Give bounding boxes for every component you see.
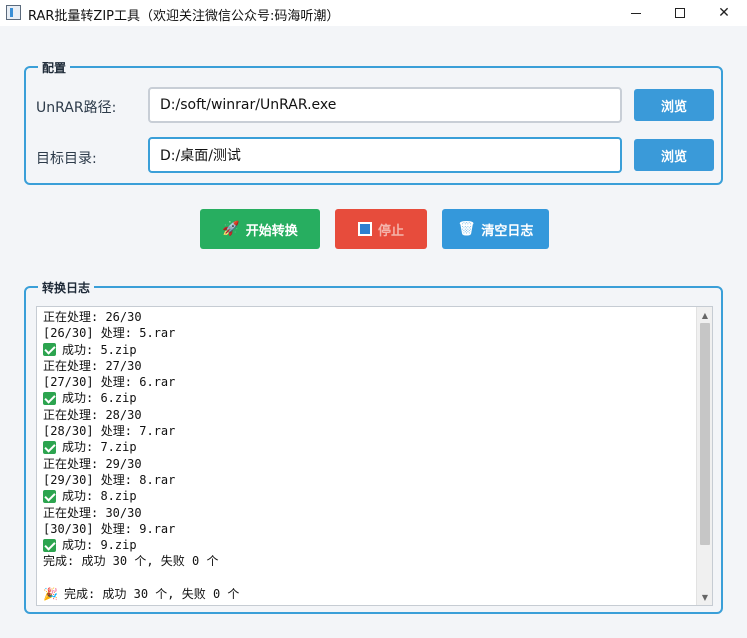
app-icon [6,5,21,20]
log-line: 成功: 6.zip [43,390,693,406]
log-line-text: 正在处理: 28/30 [43,407,142,422]
log-line-text: 正在处理: 29/30 [43,456,142,471]
maximize-button[interactable] [657,0,703,26]
log-line-text: [27/30] 处理: 6.rar [43,375,176,390]
log-line: [30/30] 处理: 9.rar [43,521,693,537]
trash-icon: 🗑 [457,221,476,237]
party-popper-icon: 🎉 [43,587,58,602]
log-scrollbar[interactable]: ▲ ▼ [696,307,712,605]
log-line-text: 成功: 6.zip [62,391,137,406]
check-icon [43,343,56,357]
rocket-icon: 🚀 [222,221,240,237]
log-line: 成功: 8.zip [43,488,693,504]
log-line: [27/30] 处理: 6.rar [43,374,693,390]
log-lines: 正在处理: 26/30 [26/30] 处理: 5.rar 成功: 5.zip 正在处… [43,309,693,602]
target-dir-input[interactable]: D:/桌面/测试 [148,137,622,173]
log-line-text: 正在处理: 27/30 [43,358,142,373]
log-line: 成功: 7.zip [43,439,693,455]
log-line: [28/30] 处理: 7.rar [43,423,693,439]
maximize-icon [675,8,685,18]
check-icon [43,538,56,552]
log-line: 正在处理: 28/30 [43,407,693,423]
scroll-up-icon[interactable]: ▲ [697,307,713,323]
log-text-area[interactable]: 正在处理: 26/30 [26/30] 处理: 5.rar 成功: 5.zip 正在处… [36,306,713,606]
stop-label: 停止 [377,223,404,239]
log-line-text: 正在处理: 26/30 [43,310,142,324]
start-convert-button[interactable]: 🚀 开始转换 [200,209,320,249]
log-line-text: [26/30] 处理: 5.rar [43,326,176,341]
log-group-title: 转换日志 [38,279,95,296]
log-line-text: 成功: 9.zip [62,538,137,553]
log-line: 正在处理: 29/30 [43,456,693,472]
log-line: 正在处理: 26/30 [43,309,693,325]
target-dir-label: 目标目录: [36,151,97,167]
stop-square-icon [357,222,372,236]
log-line-text: 成功: 7.zip [62,440,137,455]
log-line: [29/30] 处理: 8.rar [43,472,693,488]
close-icon: ✕ [718,5,730,21]
close-button[interactable]: ✕ [701,0,747,26]
log-group: 转换日志 正在处理: 26/30 [26/30] 处理: 5.rar 成功: 5.z… [24,279,723,614]
minimize-icon [631,12,641,14]
log-line: 正在处理: 27/30 [43,358,693,374]
check-icon [43,489,56,503]
minimize-button[interactable] [613,0,659,26]
unrar-path-label: UnRAR路径: [36,100,117,116]
log-line-text: [28/30] 处理: 7.rar [43,424,176,439]
log-line-text: 正在处理: 30/30 [43,505,142,520]
log-line: 🎉 完成: 成功 30 个, 失败 0 个 [43,586,693,602]
log-line: 完成: 成功 30 个, 失败 0 个 [43,553,693,569]
config-group-title: 配置 [38,59,71,76]
check-icon [43,392,56,406]
check-icon [43,441,56,455]
stop-button[interactable]: 停止 [335,209,427,249]
log-line: 正在处理: 30/30 [43,505,693,521]
log-line-text: 完成: 成功 30 个, 失败 0 个 [43,554,219,569]
scroll-thumb[interactable] [700,323,710,545]
config-group: 配置 UnRAR路径: D:/soft/winrar/UnRAR.exe 浏览 … [24,59,723,185]
log-line-text: [30/30] 处理: 9.rar [43,521,176,536]
title-bar: RAR批量转ZIP工具（欢迎关注微信公众号:码海听潮） ✕ [0,0,747,26]
log-line-text: 完成: 成功 30 个, 失败 0 个 [63,587,240,602]
browse-unrar-button[interactable]: 浏览 [634,89,714,121]
start-convert-label: 开始转换 [245,223,298,239]
log-line-text: 成功: 8.zip [62,489,137,504]
clear-log-button[interactable]: 🗑 清空日志 [442,209,549,249]
log-line-text: 成功: 5.zip [62,342,137,357]
window-title: RAR批量转ZIP工具（欢迎关注微信公众号:码海听潮） [28,9,340,24]
log-line: 成功: 9.zip [43,537,693,553]
log-line-text: [29/30] 处理: 8.rar [43,472,176,487]
browse-target-button[interactable]: 浏览 [634,139,714,171]
scroll-down-icon[interactable]: ▼ [697,589,713,605]
unrar-path-input[interactable]: D:/soft/winrar/UnRAR.exe [148,87,622,123]
log-line: [26/30] 处理: 5.rar [43,325,693,341]
log-line: 成功: 5.zip [43,342,693,358]
clear-log-label: 清空日志 [481,223,534,239]
